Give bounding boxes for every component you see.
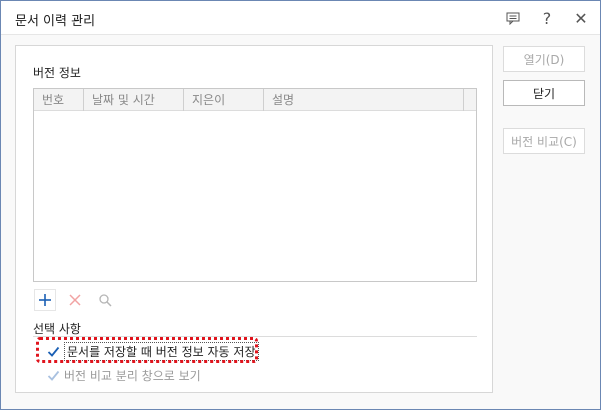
- checkmark-icon: [46, 344, 60, 358]
- version-list-header: 번호 날짜 및 시간 지은이 설명: [34, 89, 476, 111]
- close-icon[interactable]: ✕: [570, 7, 592, 29]
- compare-versions-button[interactable]: 버전 비교(C): [503, 128, 585, 154]
- main-panel: 버전 정보 번호 날짜 및 시간 지은이 설명 선택 사항 문서를 저장할 때 …: [15, 45, 493, 393]
- close-button[interactable]: 닫기: [503, 80, 585, 106]
- title-bar: 문서 이력 관리 ? ✕: [1, 1, 600, 35]
- version-history-dialog: 문서 이력 관리 ? ✕ 버전 정보 번호 날짜 및 시간 지은이 설명 선택 …: [0, 0, 601, 410]
- open-button[interactable]: 열기(D): [503, 46, 585, 72]
- version-info-label: 버전 정보: [33, 66, 81, 80]
- auto-save-checkbox[interactable]: 문서를 저장할 때 버전 정보 자동 저장: [46, 341, 259, 361]
- column-header-author[interactable]: 지은이: [184, 89, 264, 111]
- compare-window-label: 버전 비교 분리 창으로 보기: [64, 368, 201, 383]
- auto-save-label: 문서를 저장할 때 버전 정보 자동 저장: [64, 341, 259, 361]
- options-label: 선택 사항: [33, 322, 81, 336]
- checkmark-icon: [46, 368, 60, 382]
- column-header-number[interactable]: 번호: [34, 89, 84, 111]
- help-icon[interactable]: ?: [536, 7, 558, 29]
- add-version-icon[interactable]: [34, 289, 56, 311]
- feedback-icon[interactable]: [502, 7, 524, 29]
- search-version-icon[interactable]: [94, 289, 116, 311]
- delete-version-icon[interactable]: [64, 289, 86, 311]
- dialog-title: 문서 이력 관리: [15, 14, 96, 29]
- column-header-datetime[interactable]: 날짜 및 시간: [84, 89, 184, 111]
- column-header-description[interactable]: 설명: [264, 89, 464, 111]
- options-divider: [33, 336, 477, 337]
- compare-window-checkbox[interactable]: 버전 비교 분리 창으로 보기: [46, 366, 201, 384]
- version-list[interactable]: 번호 날짜 및 시간 지은이 설명: [33, 88, 477, 282]
